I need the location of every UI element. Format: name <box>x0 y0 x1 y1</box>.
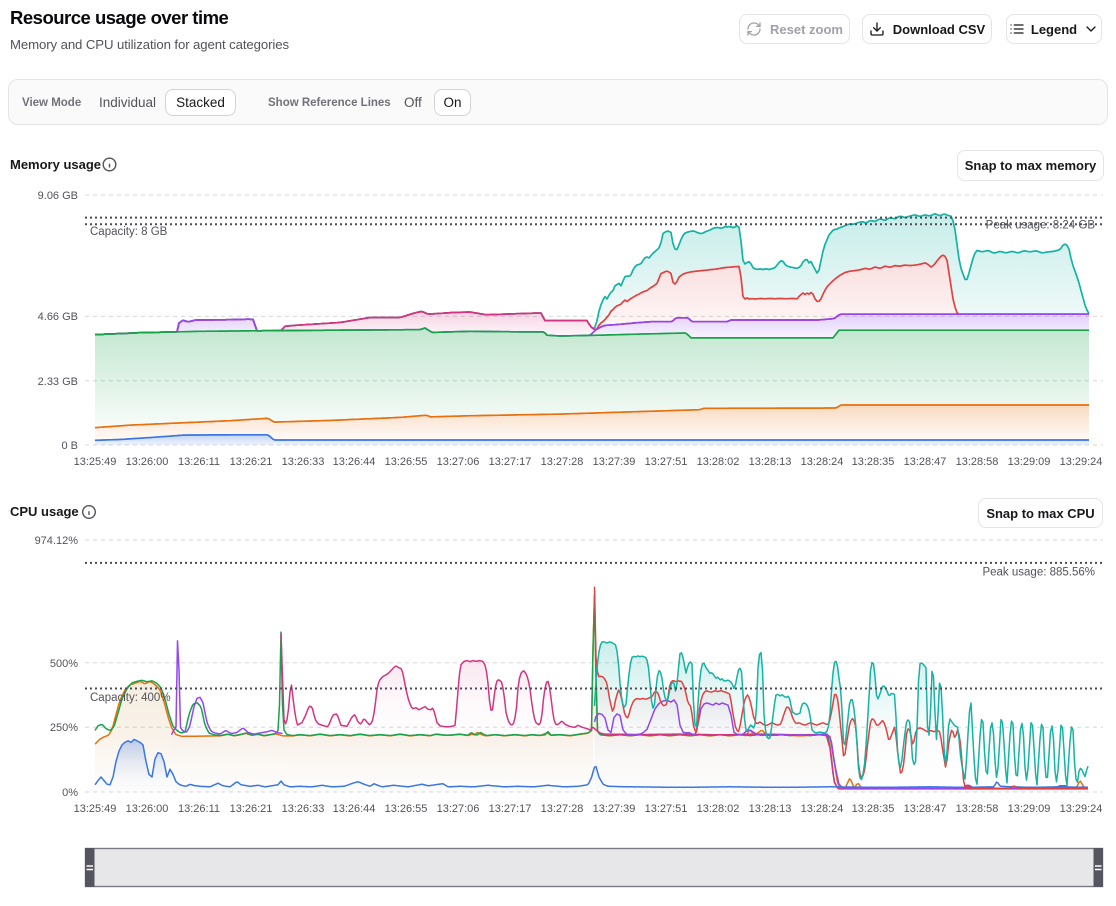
svg-text:13:27:06: 13:27:06 <box>437 803 480 815</box>
svg-text:13:26:55: 13:26:55 <box>385 803 428 815</box>
svg-text:13:29:09: 13:29:09 <box>1008 803 1051 815</box>
svg-text:13:26:55: 13:26:55 <box>385 456 428 468</box>
svg-text:Peak usage: 885.56%: Peak usage: 885.56% <box>982 567 1095 579</box>
svg-text:9.06 GB: 9.06 GB <box>38 190 78 202</box>
svg-text:13:28:02: 13:28:02 <box>697 456 740 468</box>
svg-text:Capacity: 400%: Capacity: 400% <box>90 692 171 704</box>
svg-text:13:26:00: 13:26:00 <box>126 803 169 815</box>
svg-text:2.33 GB: 2.33 GB <box>38 376 78 388</box>
svg-text:500%: 500% <box>50 658 78 670</box>
svg-text:13:27:51: 13:27:51 <box>645 803 688 815</box>
svg-text:13:29:24: 13:29:24 <box>1060 803 1103 815</box>
svg-text:13:27:28: 13:27:28 <box>541 803 584 815</box>
svg-text:13:26:44: 13:26:44 <box>333 803 376 815</box>
svg-text:13:27:17: 13:27:17 <box>489 803 532 815</box>
svg-text:13:26:33: 13:26:33 <box>282 803 325 815</box>
svg-text:13:26:11: 13:26:11 <box>178 456 220 468</box>
svg-text:974.12%: 974.12% <box>35 535 79 547</box>
svg-text:13:29:09: 13:29:09 <box>1008 456 1051 468</box>
svg-text:0%: 0% <box>62 787 78 799</box>
svg-text:4.66 GB: 4.66 GB <box>38 311 78 323</box>
svg-text:0 B: 0 B <box>61 440 78 452</box>
svg-text:13:28:24: 13:28:24 <box>801 456 844 468</box>
svg-text:13:27:39: 13:27:39 <box>593 456 636 468</box>
svg-text:13:26:21: 13:26:21 <box>230 803 273 815</box>
svg-text:13:26:11: 13:26:11 <box>178 803 220 815</box>
svg-text:13:28:24: 13:28:24 <box>801 803 844 815</box>
svg-text:13:26:33: 13:26:33 <box>282 456 325 468</box>
svg-text:13:28:58: 13:28:58 <box>956 803 999 815</box>
svg-text:13:28:47: 13:28:47 <box>904 803 947 815</box>
svg-text:13:28:58: 13:28:58 <box>956 456 999 468</box>
svg-text:13:28:13: 13:28:13 <box>749 456 792 468</box>
svg-text:13:28:02: 13:28:02 <box>697 803 740 815</box>
svg-text:13:28:35: 13:28:35 <box>852 456 895 468</box>
svg-text:Capacity: 8 GB: Capacity: 8 GB <box>90 226 168 238</box>
svg-text:13:29:24: 13:29:24 <box>1060 456 1103 468</box>
svg-text:Peak usage: 8.24 GB: Peak usage: 8.24 GB <box>986 220 1096 232</box>
svg-text:13:26:44: 13:26:44 <box>333 456 376 468</box>
svg-text:13:28:47: 13:28:47 <box>904 456 947 468</box>
svg-text:13:28:13: 13:28:13 <box>749 803 792 815</box>
svg-text:13:25:49: 13:25:49 <box>74 456 117 468</box>
svg-text:13:26:00: 13:26:00 <box>126 456 169 468</box>
svg-text:13:27:06: 13:27:06 <box>437 456 480 468</box>
svg-text:250%: 250% <box>50 722 78 734</box>
svg-text:13:28:35: 13:28:35 <box>852 803 895 815</box>
svg-text:13:27:28: 13:27:28 <box>541 456 584 468</box>
svg-text:13:27:39: 13:27:39 <box>593 803 636 815</box>
svg-text:13:27:51: 13:27:51 <box>645 456 688 468</box>
svg-text:13:26:21: 13:26:21 <box>230 456 273 468</box>
svg-text:13:27:17: 13:27:17 <box>489 456 532 468</box>
svg-text:13:25:49: 13:25:49 <box>74 803 117 815</box>
